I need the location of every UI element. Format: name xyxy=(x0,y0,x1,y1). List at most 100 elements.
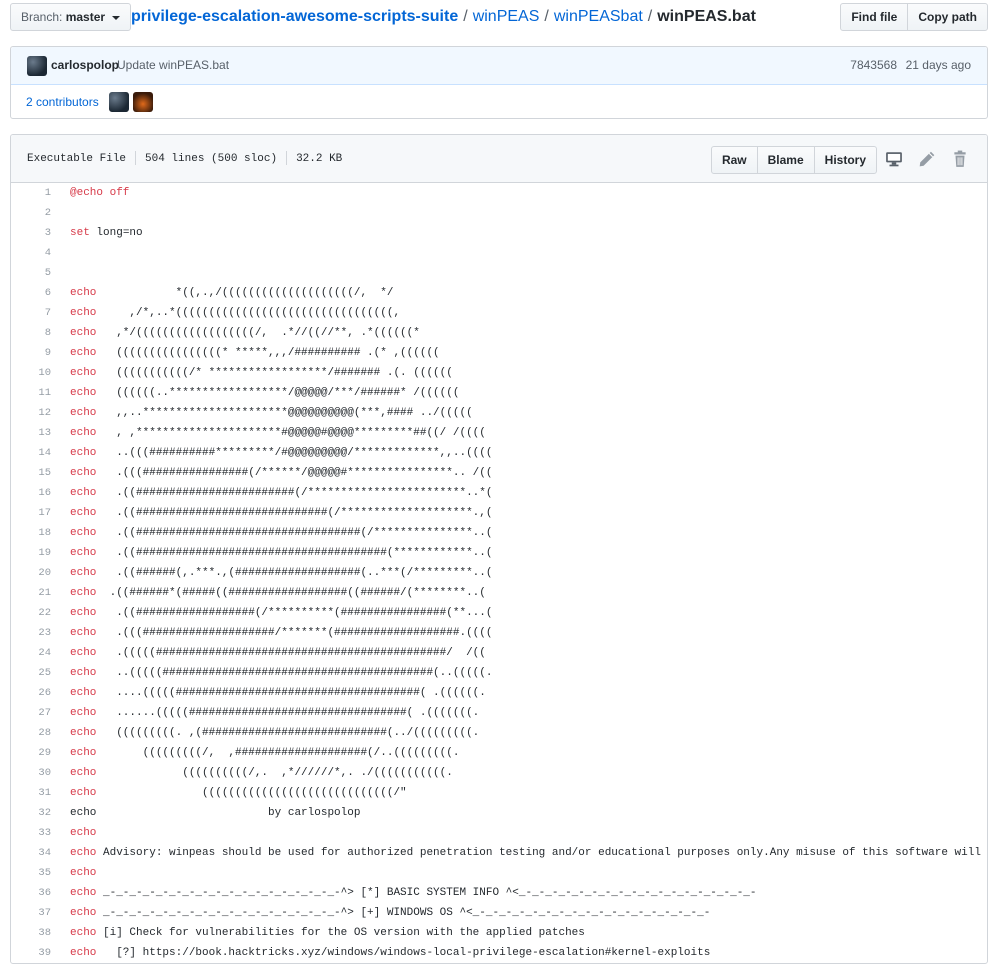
code-text: ((((((((((((((((* *****,,,/########## .(… xyxy=(96,347,440,359)
line-number[interactable]: 33 xyxy=(11,823,51,843)
code-keyword: echo xyxy=(70,847,97,859)
breadcrumb-dir-winpeas[interactable]: winPEAS xyxy=(473,8,540,25)
code-line: 37 echo _-_-_-_-_-_-_-_-_-_-_-_-_-_-_-_-_… xyxy=(11,903,987,923)
copy-path-button[interactable]: Copy path xyxy=(907,3,988,31)
code-keyword: @echo off xyxy=(70,187,130,199)
line-number[interactable]: 20 xyxy=(11,563,51,583)
line-number[interactable]: 6 xyxy=(11,283,51,303)
code-keyword: echo xyxy=(70,647,97,659)
file-size: 32.2 KB xyxy=(296,152,343,165)
line-content: echo by carlospolop xyxy=(70,803,360,823)
line-number[interactable]: 31 xyxy=(11,783,51,803)
line-number[interactable]: 39 xyxy=(11,943,51,963)
code-keyword: set xyxy=(70,227,90,239)
pencil-icon[interactable] xyxy=(918,150,936,168)
line-content: echo _-_-_-_-_-_-_-_-_-_-_-_-_-_-_-_-_-_… xyxy=(70,903,710,923)
line-number[interactable]: 36 xyxy=(11,883,51,903)
line-content: echo .((######(,.***.,(#################… xyxy=(70,563,492,583)
line-content: echo , ,**********************#@@@@@#@@@… xyxy=(70,423,486,443)
raw-button[interactable]: Raw xyxy=(710,146,758,174)
commit-author-link[interactable]: carlospolop xyxy=(51,58,119,72)
line-number[interactable]: 23 xyxy=(11,623,51,643)
line-content: echo ((((((..******************/@@@@@/**… xyxy=(70,383,459,403)
code-text: .((######*(#####((##################((##… xyxy=(96,587,486,599)
line-number[interactable]: 10 xyxy=(11,363,51,383)
line-number[interactable]: 35 xyxy=(11,863,51,883)
code-text: ((((((((((/,. ,*//////*,. ./(((((((((((. xyxy=(96,767,453,779)
commit-message-link[interactable]: Update winPEAS.bat xyxy=(117,58,229,72)
breadcrumb-repo-link[interactable]: privilege-escalation-awesome-scripts-sui… xyxy=(131,8,458,25)
line-number[interactable]: 34 xyxy=(11,843,51,863)
line-number[interactable]: 28 xyxy=(11,723,51,743)
code-keyword: echo xyxy=(70,747,97,759)
line-content: echo ..(((##########*********/#@@@@@@@@@… xyxy=(70,443,492,463)
author-avatar[interactable] xyxy=(27,56,47,76)
code-line: 24 echo .(((((###########################… xyxy=(11,643,987,663)
code-line: 22 echo .((##################(/**********… xyxy=(11,603,987,623)
line-number[interactable]: 14 xyxy=(11,443,51,463)
line-content: echo [i] Check for vulnerabilities for t… xyxy=(70,923,585,943)
line-number[interactable]: 11 xyxy=(11,383,51,403)
code-keyword: echo xyxy=(70,867,97,879)
line-number[interactable]: 2 xyxy=(11,203,51,223)
line-number[interactable]: 24 xyxy=(11,643,51,663)
file-actions: Raw Blame History xyxy=(710,146,877,174)
contributor-avatar[interactable] xyxy=(109,92,129,112)
line-number[interactable]: 32 xyxy=(11,803,51,823)
line-number[interactable]: 4 xyxy=(11,243,51,263)
line-content: echo ,,..**********************@@@@@@@@@… xyxy=(70,403,473,423)
line-number[interactable]: 19 xyxy=(11,543,51,563)
code-keyword: echo xyxy=(70,887,97,899)
line-content: echo .(((((#############################… xyxy=(70,643,486,663)
branch-selector-button[interactable]: Branch: master xyxy=(10,3,132,31)
contributor-avatar[interactable] xyxy=(133,92,153,112)
code-keyword: echo xyxy=(70,807,97,819)
line-content: echo (((((((((. ,(######################… xyxy=(70,723,479,743)
line-number[interactable]: 30 xyxy=(11,763,51,783)
line-number[interactable]: 38 xyxy=(11,923,51,943)
code-keyword: echo xyxy=(70,907,97,919)
line-number[interactable]: 26 xyxy=(11,683,51,703)
line-number[interactable]: 21 xyxy=(11,583,51,603)
line-content: echo (((((((((/, ,####################(/… xyxy=(70,743,459,763)
code-line: 15 echo .(((################(/******/@@@@… xyxy=(11,463,987,483)
line-number[interactable]: 29 xyxy=(11,743,51,763)
line-number[interactable]: 16 xyxy=(11,483,51,503)
line-number[interactable]: 22 xyxy=(11,603,51,623)
chevron-down-icon xyxy=(112,15,121,20)
line-content: echo ((((((((((((((((* *****,,,/########… xyxy=(70,343,440,363)
history-button[interactable]: History xyxy=(813,146,877,174)
find-file-button[interactable]: Find file xyxy=(840,3,909,31)
contributors-link[interactable]: 2 contributors xyxy=(26,95,99,109)
line-number[interactable]: 25 xyxy=(11,663,51,683)
line-number[interactable]: 3 xyxy=(11,223,51,243)
line-number[interactable]: 15 xyxy=(11,463,51,483)
line-number[interactable]: 37 xyxy=(11,903,51,923)
line-number[interactable]: 7 xyxy=(11,303,51,323)
blame-button[interactable]: Blame xyxy=(756,146,815,174)
line-number[interactable]: 9 xyxy=(11,343,51,363)
line-number[interactable]: 12 xyxy=(11,403,51,423)
code-line: 18 echo .((##############################… xyxy=(11,523,987,543)
line-content: echo .((##################(/**********(#… xyxy=(70,603,492,623)
trash-icon[interactable] xyxy=(951,150,969,168)
code-line: 13 echo , ,**********************#@@@@@#@… xyxy=(11,423,987,443)
line-number[interactable]: 8 xyxy=(11,323,51,343)
code-line: 12 echo ,,..**********************@@@@@@@… xyxy=(11,403,987,423)
line-number[interactable]: 5 xyxy=(11,263,51,283)
code-line: 26 echo ....(((((########################… xyxy=(11,683,987,703)
code-keyword: echo xyxy=(70,587,97,599)
line-number[interactable]: 1 xyxy=(11,183,51,203)
breadcrumb-dir-winpeasbat[interactable]: winPEASbat xyxy=(554,8,643,25)
file-header: Executable File 504 lines (500 sloc) 32.2 … xyxy=(11,135,987,183)
desktop-icon[interactable] xyxy=(885,150,903,168)
commit-date: 21 days ago xyxy=(905,58,971,72)
line-number[interactable]: 17 xyxy=(11,503,51,523)
line-number[interactable]: 13 xyxy=(11,423,51,443)
line-number[interactable]: 27 xyxy=(11,703,51,723)
code-line: 14 echo ..(((##########*********/#@@@@@@@… xyxy=(11,443,987,463)
line-content: @echo off xyxy=(70,183,129,203)
breadcrumb-separator: / xyxy=(544,8,549,25)
line-number[interactable]: 18 xyxy=(11,523,51,543)
commit-sha-link[interactable]: 7843568 xyxy=(850,58,897,72)
